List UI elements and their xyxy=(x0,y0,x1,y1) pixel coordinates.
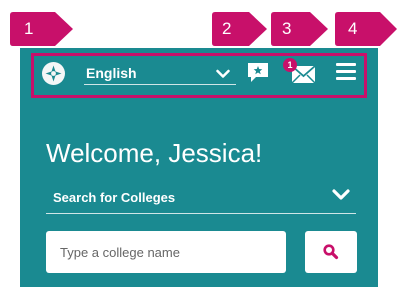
chevron-down-icon xyxy=(216,66,230,78)
college-search-input[interactable] xyxy=(46,231,286,273)
callout-number: 3 xyxy=(282,19,292,38)
language-select[interactable]: English xyxy=(84,61,236,85)
callout-number: 2 xyxy=(222,19,232,38)
mail-button[interactable]: 1 xyxy=(283,58,317,85)
callout-2: 2 xyxy=(212,12,268,46)
callout-1: 1 xyxy=(10,12,74,46)
callout-number: 1 xyxy=(24,19,34,38)
callout-3: 3 xyxy=(271,12,329,46)
chat-button[interactable] xyxy=(246,61,270,84)
screen: English 1 Welcome, Jessica! Search for C… xyxy=(0,0,398,287)
hamburger-menu-button[interactable] xyxy=(336,63,356,81)
callout-number: 4 xyxy=(348,19,358,38)
chevron-down-icon xyxy=(332,188,350,200)
search-colleges-toggle[interactable]: Search for Colleges xyxy=(46,186,356,214)
search-button[interactable] xyxy=(305,231,357,273)
callout-4: 4 xyxy=(335,12,398,46)
welcome-heading: Welcome, Jessica! xyxy=(46,138,263,168)
language-label: English xyxy=(86,65,137,81)
globe-icon[interactable] xyxy=(42,62,65,85)
search-colleges-label: Search for Colleges xyxy=(53,190,176,205)
chat-icon xyxy=(246,63,270,88)
notification-badge: 1 xyxy=(283,58,297,72)
